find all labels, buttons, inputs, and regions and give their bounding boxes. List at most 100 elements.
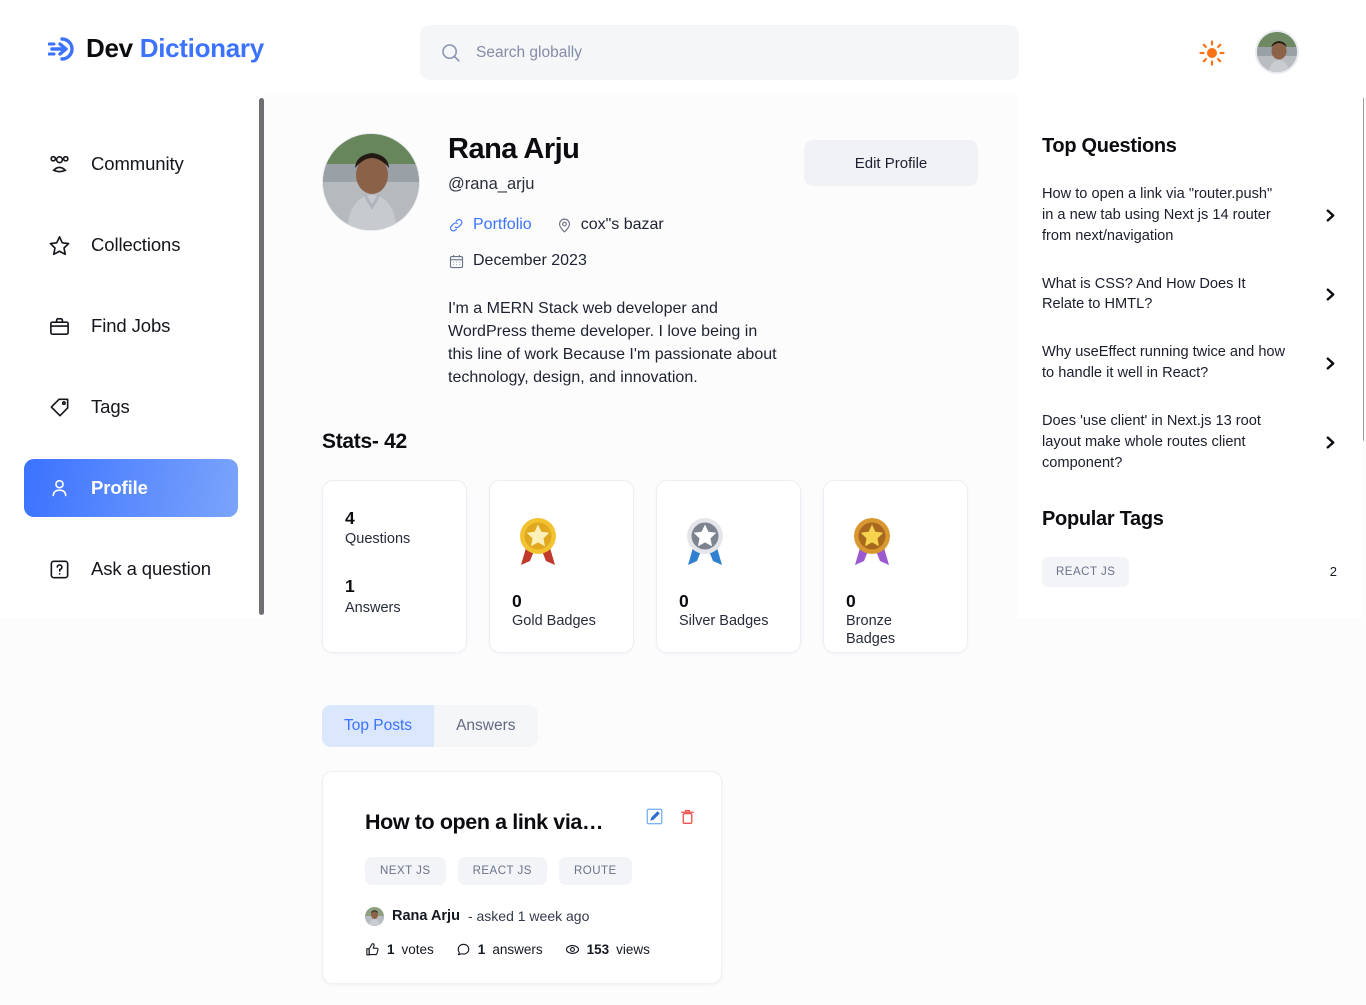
chevron-right-icon [1326, 436, 1335, 449]
post-views: 153 views [565, 942, 650, 957]
logo-text-accent: Dictionary [139, 33, 264, 63]
popular-tag-count: 2 [1329, 564, 1337, 580]
profile-photo [322, 133, 420, 231]
sidebar-item-find-jobs[interactable]: Find Jobs [24, 297, 238, 355]
avatar[interactable] [1255, 30, 1299, 74]
chevron-right-icon [1326, 209, 1335, 222]
post-votes-value: 1 [387, 941, 395, 957]
top-question-text: Does 'use client' in Next.js 13 root lay… [1042, 413, 1261, 471]
joined-label: December 2023 [473, 252, 587, 270]
sun-icon[interactable] [1199, 40, 1225, 66]
edit-profile-button[interactable]: Edit Profile [804, 140, 978, 186]
post-views-label: views [616, 941, 650, 957]
stat-card-bronze-badges: 0 Bronze Badges [823, 479, 968, 653]
popular-tag-row: REACT JS 2 [1042, 556, 1337, 587]
silver-medal-icon [687, 517, 723, 565]
top-questions-list: How to open a link via "router.push" in … [1042, 184, 1337, 474]
thumbs-up-icon [366, 943, 379, 956]
sidebar-item-ask-a-question[interactable]: Ask a question [24, 540, 238, 598]
stat-value: 1 [345, 576, 355, 597]
post-card[interactable]: How to open a link via… NEXT JS REACT JS… [322, 770, 722, 984]
logo[interactable]: Dev Dictionary [48, 33, 264, 64]
users-icon [50, 155, 69, 173]
sidebar-item-tags[interactable]: Tags [24, 378, 238, 436]
top-question-item[interactable]: How to open a link via "router.push" in … [1042, 184, 1337, 247]
top-question-text: Why useEffect running twice and how to h… [1042, 344, 1286, 382]
badge-value: 0 [846, 590, 856, 611]
global-search[interactable] [420, 25, 1019, 80]
app-root: Dev Dictionary Search globally Community… [0, 0, 1366, 1005]
location: cox"s bazar [556, 216, 664, 234]
stat-label: Answers [345, 599, 401, 616]
badge-label: Bronze Badges [846, 612, 896, 648]
badge-label: Gold Badges [512, 612, 596, 629]
stats-grid: 4 Questions 1 Answers 0 Gold Badges 0 Si… [322, 479, 978, 653]
top-question-item[interactable]: What is CSS? And How Does It Relate to H… [1042, 274, 1337, 316]
post-tag[interactable]: ROUTE [558, 856, 632, 885]
stat-value: 4 [345, 507, 355, 528]
sidebar-item-collections[interactable]: Collections [24, 216, 238, 274]
bronze-medal-icon [854, 517, 890, 565]
question-box-icon [50, 560, 69, 578]
top-question-text: What is CSS? And How Does It Relate to H… [1042, 275, 1246, 313]
post-views-value: 153 [586, 941, 610, 957]
post-author-avatar [365, 906, 384, 926]
search-icon [442, 43, 460, 62]
logo-text: Dev Dictionary [86, 33, 264, 64]
gold-medal-icon [520, 517, 556, 565]
tab-answers[interactable]: Answers [434, 705, 537, 747]
post-asked-time: - asked 1 week ago [467, 908, 590, 925]
post-answers-value: 1 [477, 941, 486, 957]
post-votes-label: votes [401, 941, 434, 957]
stat-answers: 1 Answers [345, 575, 444, 617]
sidebar-item-label: Profile [91, 477, 148, 498]
sidebar-item-profile[interactable]: Profile [24, 459, 238, 517]
message-icon [457, 943, 470, 956]
sidebar-item-community[interactable]: Community [24, 135, 238, 193]
profile-header: Rana Arju @rana_arju Portfolio cox"s baz… [322, 133, 978, 270]
location-label: cox"s bazar [580, 216, 664, 234]
profile-meta-row: Portfolio cox"s bazar [448, 216, 664, 234]
star-icon [49, 235, 70, 255]
content-tabs: Top Posts Answers [322, 704, 538, 747]
popular-tags-title: Popular Tags [1042, 507, 1164, 530]
search-input[interactable] [476, 43, 999, 62]
top-question-text: How to open a link via "router.push" in … [1042, 186, 1273, 244]
post-votes: 1 votes [365, 942, 434, 957]
sidebar-item-label: Community [91, 153, 184, 174]
stat-questions: 4 Questions [345, 507, 444, 549]
chevron-right-icon [1326, 288, 1335, 301]
post-title[interactable]: How to open a link via… [365, 810, 615, 835]
top-question-item[interactable]: Why useEffect running twice and how to h… [1042, 342, 1337, 384]
user-icon [52, 479, 67, 496]
calendar-icon [449, 254, 464, 268]
tab-top-posts[interactable]: Top Posts [322, 704, 435, 747]
stat-label: Questions [345, 531, 411, 548]
portfolio-link[interactable]: Portfolio [448, 216, 532, 234]
main-content: Rana Arju @rana_arju Portfolio cox"s baz… [262, 95, 1018, 1005]
stats-title: Stats- 42 [322, 429, 407, 453]
trash-icon[interactable] [679, 808, 696, 825]
stat-card-silver-badges: 0 Silver Badges [656, 479, 801, 653]
portfolio-label: Portfolio [473, 216, 532, 234]
post-meta: Rana Arju - asked 1 week ago [365, 906, 691, 926]
left-sidebar: Community Collections Find Jobs Tags Pro… [0, 95, 262, 618]
post-author-avatar-image [365, 906, 384, 926]
arrow-into-circle-icon [48, 36, 74, 61]
avatar-image [1257, 32, 1297, 72]
edit-square-icon[interactable] [646, 808, 663, 825]
logo-text-primary: Dev [86, 33, 133, 63]
sidebar-item-label: Ask a question [91, 558, 211, 579]
sidebar-item-label: Collections [91, 234, 181, 255]
post-tag[interactable]: REACT JS [457, 856, 547, 885]
profile-name: Rana Arju [448, 133, 580, 165]
badge-label: Silver Badges [679, 612, 769, 629]
top-question-item[interactable]: Does 'use client' in Next.js 13 root lay… [1042, 411, 1337, 474]
profile-bio: I'm a MERN Stack web developer and WordP… [448, 300, 777, 386]
post-tag[interactable]: NEXT JS [365, 856, 446, 885]
post-author-name[interactable]: Rana Arju [392, 908, 460, 924]
popular-tag-chip[interactable]: REACT JS [1042, 556, 1130, 587]
post-answers: 1 answers [456, 942, 543, 957]
location-pin-icon [558, 218, 570, 233]
badge-value: 0 [679, 590, 689, 611]
